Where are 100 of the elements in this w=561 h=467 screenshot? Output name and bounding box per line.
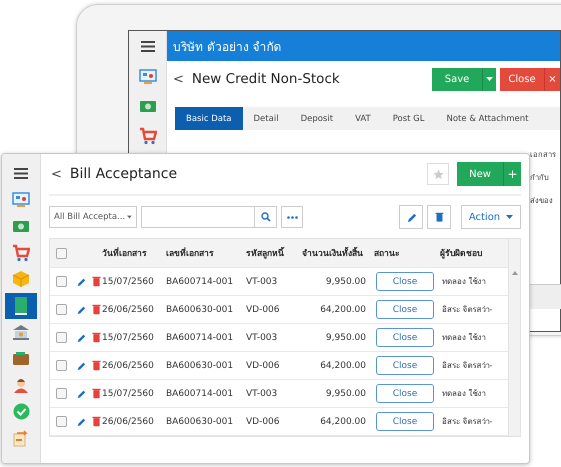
- back-link[interactable]: <: [173, 72, 184, 86]
- back-link[interactable]: <: [51, 166, 62, 182]
- row-checkbox[interactable]: [56, 388, 67, 399]
- trash-icon[interactable]: [92, 388, 101, 399]
- table-cell-text: 9,950.00: [324, 332, 367, 342]
- status-button[interactable]: Close: [376, 384, 434, 403]
- bank-icon[interactable]: [12, 324, 30, 341]
- table-cell-text: 26/06/2560: [102, 416, 155, 426]
- document-icon[interactable]: [13, 430, 29, 447]
- more-icon: [286, 216, 298, 218]
- pencil-icon[interactable]: [76, 276, 86, 286]
- table-cell-text: VD-006: [246, 416, 281, 426]
- table-cell-text: อิสระ จิตรสว่า-: [441, 304, 494, 316]
- cart-icon[interactable]: [12, 244, 30, 262]
- trash-icon[interactable]: [92, 304, 101, 315]
- table-cell-text: VD-006: [246, 360, 281, 370]
- tab[interactable]: Deposit: [290, 107, 344, 130]
- sidebar-item[interactable]: [5, 292, 37, 319]
- trash-icon[interactable]: [92, 276, 101, 287]
- tab[interactable]: Post GL: [382, 107, 436, 130]
- pencil-icon[interactable]: [76, 304, 86, 314]
- column-header: จำนวนเงินทั้งสิ้น: [302, 246, 374, 260]
- pencil-icon[interactable]: [76, 360, 86, 370]
- table-cell-text: VT-003: [246, 332, 278, 342]
- more-button[interactable]: [281, 206, 303, 228]
- search-icon: [260, 212, 270, 222]
- scrollbar[interactable]: [508, 239, 520, 436]
- caret-icon: [127, 215, 132, 219]
- table-cell-text: BA600630-001: [166, 304, 234, 314]
- select-all-checkbox[interactable]: [56, 248, 67, 258]
- table-cell-text: 64,200.00: [319, 304, 367, 314]
- column-header: ผู้รับผิดชอบ: [440, 248, 483, 260]
- menu-icon[interactable]: [140, 40, 154, 52]
- person-icon[interactable]: [12, 376, 30, 394]
- table-cell-text: BA600714-001: [166, 276, 234, 286]
- tab[interactable]: Detail: [242, 107, 290, 130]
- table-cell-text: 64,200.00: [319, 416, 367, 426]
- row-checkbox[interactable]: [56, 360, 67, 371]
- status-button[interactable]: Close: [376, 412, 434, 431]
- table-cell-text: อิสระ จิตรสว่า-: [441, 360, 494, 372]
- table-cell-text: ทดลอง ใช้งา: [441, 276, 487, 288]
- column-header: รหัสลูกหนี้: [246, 246, 302, 260]
- status-button[interactable]: Close: [376, 356, 434, 375]
- star-icon: [432, 168, 444, 180]
- status-button[interactable]: Close: [376, 328, 434, 347]
- pencil-icon[interactable]: [76, 332, 86, 342]
- pencil-icon[interactable]: [76, 388, 86, 398]
- table-cell-text: ทดลอง ใช้งา: [441, 332, 487, 344]
- column-header: สถานะ: [374, 248, 401, 260]
- menu-icon[interactable]: [14, 168, 28, 179]
- monitor-icon[interactable]: [12, 192, 30, 208]
- page-title: Bill Acceptance: [70, 166, 178, 182]
- add-button[interactable]: +: [503, 162, 521, 186]
- dropdown-button[interactable]: [482, 68, 496, 90]
- page-title: New Credit Non-Stock: [192, 71, 340, 87]
- book-icon[interactable]: [14, 296, 28, 316]
- trash-icon[interactable]: [92, 416, 101, 427]
- filter-dropdown[interactable]: All Bill Accepta...: [49, 206, 137, 228]
- money-icon[interactable]: [138, 100, 156, 112]
- caret-icon: [506, 215, 514, 219]
- column-header: เลขที่เอกสาร: [166, 246, 215, 260]
- row-checkbox[interactable]: [56, 304, 67, 315]
- cube-icon[interactable]: [12, 270, 30, 288]
- company-name: บริษัท ตัวอย่าง จำกัด: [167, 31, 560, 61]
- wallet-icon[interactable]: [12, 351, 30, 366]
- new-button[interactable]: New: [457, 162, 503, 186]
- table-cell-text: อิสระ จิตรสว่า-: [441, 416, 494, 428]
- close-button[interactable]: Close: [500, 68, 544, 90]
- cart-icon[interactable]: [138, 127, 156, 145]
- close-icon-button[interactable]: ×: [544, 68, 560, 90]
- money-icon[interactable]: [12, 220, 30, 233]
- delete-button[interactable]: [427, 205, 451, 229]
- scroll-up-icon[interactable]: [512, 271, 518, 275]
- row-checkbox[interactable]: [56, 276, 67, 287]
- table-cell-text: 15/07/2560: [102, 276, 155, 286]
- row-checkbox[interactable]: [56, 332, 67, 343]
- table-cell-text: VT-003: [246, 388, 278, 398]
- trash-icon[interactable]: [92, 360, 101, 371]
- trash-icon[interactable]: [92, 332, 101, 343]
- edit-button[interactable]: [399, 205, 423, 229]
- pencil-icon: [406, 212, 416, 222]
- tab[interactable]: VAT: [344, 107, 382, 130]
- table-cell-text: 15/07/2560: [102, 332, 155, 342]
- row-checkbox[interactable]: [56, 416, 67, 427]
- table-cell-text: BA600630-001: [166, 416, 234, 426]
- monitor-icon[interactable]: [138, 68, 156, 84]
- check-icon[interactable]: [12, 403, 30, 420]
- status-button[interactable]: Close: [376, 300, 434, 319]
- table-cell-text: BA600630-001: [166, 360, 234, 370]
- tab[interactable]: Note & Attachment: [436, 107, 540, 130]
- table-cell-text: 15/07/2560: [102, 388, 155, 398]
- table-cell-text: 9,950.00: [324, 276, 367, 286]
- status-button[interactable]: Close: [376, 272, 434, 291]
- pencil-icon[interactable]: [76, 416, 86, 426]
- trash-icon: [434, 211, 444, 223]
- column-header: วันที่เอกสาร: [102, 246, 148, 260]
- save-button[interactable]: Save: [432, 68, 482, 90]
- tab[interactable]: Basic Data: [175, 107, 243, 130]
- search-field[interactable]: [141, 206, 277, 228]
- action-button[interactable]: Action: [461, 205, 521, 229]
